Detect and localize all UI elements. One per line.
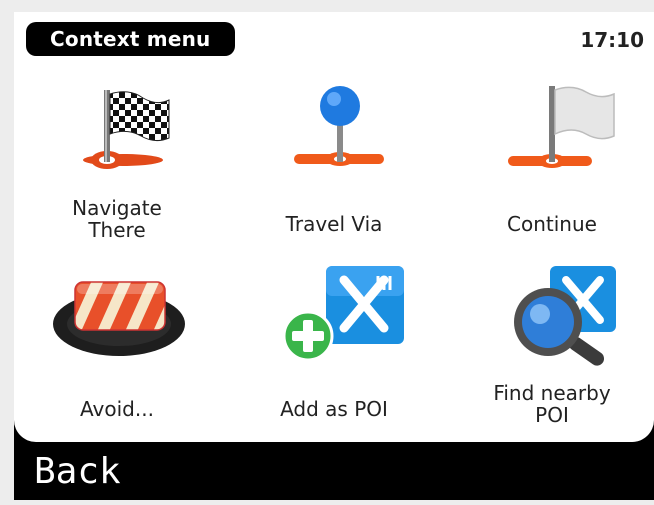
continue-label-line-1: Continue [507,212,597,236]
travel-via-label-line-1: Travel Via [285,212,383,236]
device-screen: Context menu 17:10 Navigate There Travel… [14,12,654,500]
add-poi-icon [282,266,404,362]
checkered-flag-icon [83,90,170,169]
add-as-poi-label: Add as POI [244,398,424,420]
navigate-there-label-line-2: There [88,218,146,242]
find-nearby-poi-button[interactable]: Find nearby POI [462,266,642,446]
page-title: Context menu [26,22,235,56]
back-label: Back [34,451,121,492]
back-button[interactable]: Back [14,442,654,500]
continue-label: Continue [462,213,642,235]
continue-button[interactable]: Continue [462,80,642,260]
avoid-label: Avoid... [27,398,207,420]
navigate-there-label-line-1: Navigate [72,196,162,220]
navigate-there-button[interactable]: Navigate There [27,80,207,260]
map-pin-icon [294,86,384,166]
travel-via-label: Travel Via [244,213,424,235]
add-as-poi-label-line-1: Add as POI [280,397,388,421]
avoid-label-line-1: Avoid... [80,397,154,421]
navigate-there-label: Navigate There [27,197,207,241]
find-nearby-poi-label-line-1: Find nearby [493,381,611,405]
find-nearby-poi-label: Find nearby POI [462,382,642,426]
travel-via-button[interactable]: Travel Via [244,80,424,260]
white-flag-icon [508,86,615,168]
avoid-button[interactable]: Avoid... [27,266,207,446]
add-as-poi-button[interactable]: Add as POI [244,266,424,446]
find-nearby-poi-label-line-2: POI [535,403,569,427]
clock: 17:10 [580,28,644,52]
menu-panel: Context menu 17:10 Navigate There Travel… [14,12,654,442]
roadblock-icon [53,281,185,356]
find-poi-icon [514,266,616,366]
